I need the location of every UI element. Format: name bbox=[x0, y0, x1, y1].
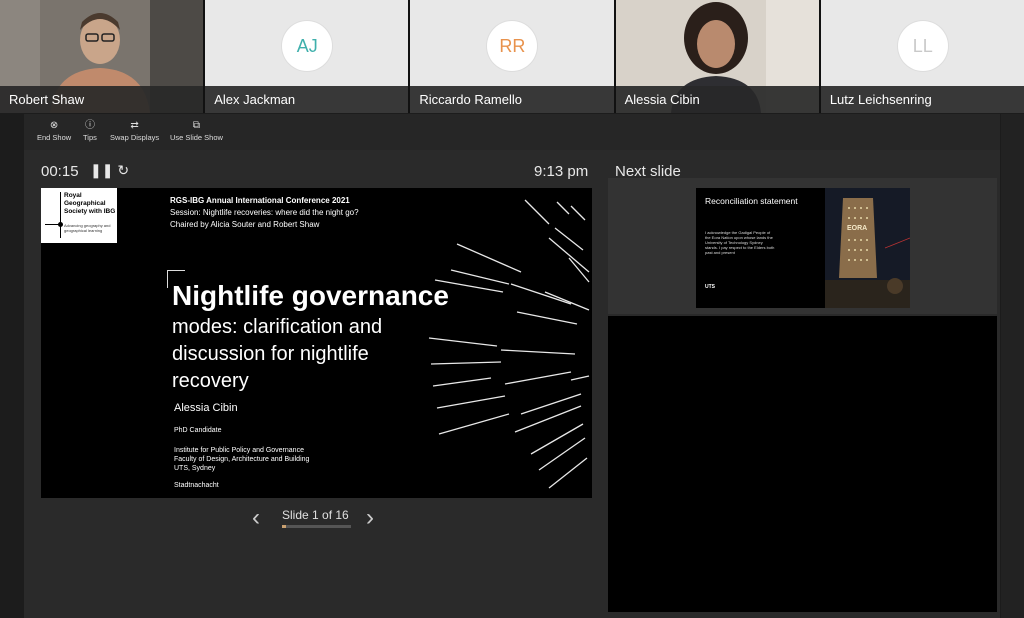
uts-logo: UTS bbox=[705, 284, 715, 290]
participant-name: Riccardo Ramello bbox=[419, 92, 522, 107]
avatar: RR bbox=[487, 21, 538, 71]
decorative-rays bbox=[428, 199, 590, 489]
logo-text: Royal Geographical Society with IBG bbox=[64, 192, 116, 215]
conference-title: RGS-IBG Annual International Conference … bbox=[170, 196, 350, 205]
session-chairs: Chaired by Alicia Souter and Robert Shaw bbox=[170, 220, 320, 229]
slide-subtitle: modes: clarification and discussion for … bbox=[172, 316, 383, 392]
logo-tagline: Advancing geography and geographical lea… bbox=[64, 223, 111, 233]
tips-button[interactable]: ⓘ Tips bbox=[83, 120, 97, 142]
use-slide-show-button[interactable]: ⧉ Use Slide Show bbox=[170, 120, 223, 142]
affiliation-2: Faculty of Design, Architecture and Buil… bbox=[174, 456, 310, 463]
slide-navigation: ‹ Slide 1 of 16 › bbox=[252, 502, 382, 532]
end-show-button[interactable]: ⊗ End Show bbox=[37, 120, 71, 142]
participant-tile-riccardo-ramello[interactable]: RR Riccardo Ramello bbox=[410, 0, 614, 113]
building-photo: EORA bbox=[825, 188, 910, 308]
current-slide: Royal Geographical Society with IBG Adva… bbox=[41, 188, 592, 498]
swap-icon: ⇄ bbox=[130, 120, 139, 131]
participant-strip: Robert Shaw AJ Alex Jackman RR Riccardo … bbox=[0, 0, 1024, 113]
next-slide-button[interactable]: › bbox=[366, 504, 374, 532]
next-slide-panel: Reconciliation statement I acknowledge t… bbox=[608, 178, 997, 314]
affiliation-1: Institute for Public Policy and Governan… bbox=[174, 447, 304, 454]
slide-progress-fill bbox=[282, 525, 287, 528]
pause-restart-icon[interactable]: ❚❚ ↻ bbox=[90, 162, 129, 179]
slide-progress-bar bbox=[282, 525, 351, 528]
avatar: LL bbox=[897, 21, 948, 71]
notes-area[interactable] bbox=[608, 316, 997, 612]
elapsed-timer: 00:15 bbox=[41, 163, 79, 180]
session-title: Session: Nightlife recoveries: where did… bbox=[170, 208, 359, 217]
close-circle-icon: ⊗ bbox=[49, 120, 59, 131]
organization: Stadtnachacht bbox=[174, 482, 219, 489]
use-slide-show-label: Use Slide Show bbox=[170, 133, 223, 142]
end-show-label: End Show bbox=[37, 133, 72, 142]
author-role: PhD Candidate bbox=[174, 427, 222, 434]
participant-tile-alex-jackman[interactable]: AJ Alex Jackman bbox=[205, 0, 409, 113]
next-slide-thumbnail[interactable]: Reconciliation statement I acknowledge t… bbox=[696, 188, 910, 308]
participant-tile-robert-shaw[interactable]: Robert Shaw bbox=[0, 0, 204, 113]
participant-name: Robert Shaw bbox=[9, 92, 85, 107]
swap-displays-label: Swap Displays bbox=[110, 133, 160, 142]
presenter-view: ⊗ End Show ⓘ Tips ⇄ Swap Displays ⧉ Use … bbox=[24, 114, 1000, 618]
participant-tile-alessia-cibin[interactable]: Alessia Cibin bbox=[615, 0, 819, 113]
clock: 9:13 pm bbox=[534, 163, 589, 180]
swap-displays-button[interactable]: ⇄ Swap Displays bbox=[110, 120, 159, 142]
logo-dot bbox=[58, 222, 63, 227]
slide-title: Nightlife governance bbox=[172, 280, 449, 311]
participant-name: Alex Jackman bbox=[214, 92, 296, 107]
tips-label: Tips bbox=[83, 133, 97, 142]
info-icon: ⓘ bbox=[84, 120, 95, 131]
author-name: Alessia Cibin bbox=[174, 402, 238, 414]
slide-counter: Slide 1 of 16 bbox=[282, 508, 349, 522]
rgs-logo: Royal Geographical Society with IBG Adva… bbox=[41, 188, 117, 243]
previous-slide-button[interactable]: ‹ bbox=[252, 504, 260, 532]
slideshow-icon: ⧉ bbox=[192, 120, 201, 131]
avatar: AJ bbox=[282, 21, 333, 71]
right-edge bbox=[1001, 114, 1024, 618]
presenter-toolbar: ⊗ End Show ⓘ Tips ⇄ Swap Displays ⧉ Use … bbox=[24, 114, 1000, 150]
next-slide-title: Reconciliation statement bbox=[705, 196, 798, 206]
next-slide-body: I acknowledge the Gadigal People of the … bbox=[705, 230, 775, 255]
participant-tile-lutz-leichsenring[interactable]: LL Lutz Leichsenring bbox=[820, 0, 1024, 113]
logo-line bbox=[60, 192, 61, 238]
participant-name: Alessia Cibin bbox=[624, 92, 700, 107]
photo-text: EORA bbox=[847, 225, 867, 232]
affiliation-3: UTS, Sydney bbox=[174, 465, 216, 472]
participant-name: Lutz Leichsenring bbox=[829, 92, 932, 107]
